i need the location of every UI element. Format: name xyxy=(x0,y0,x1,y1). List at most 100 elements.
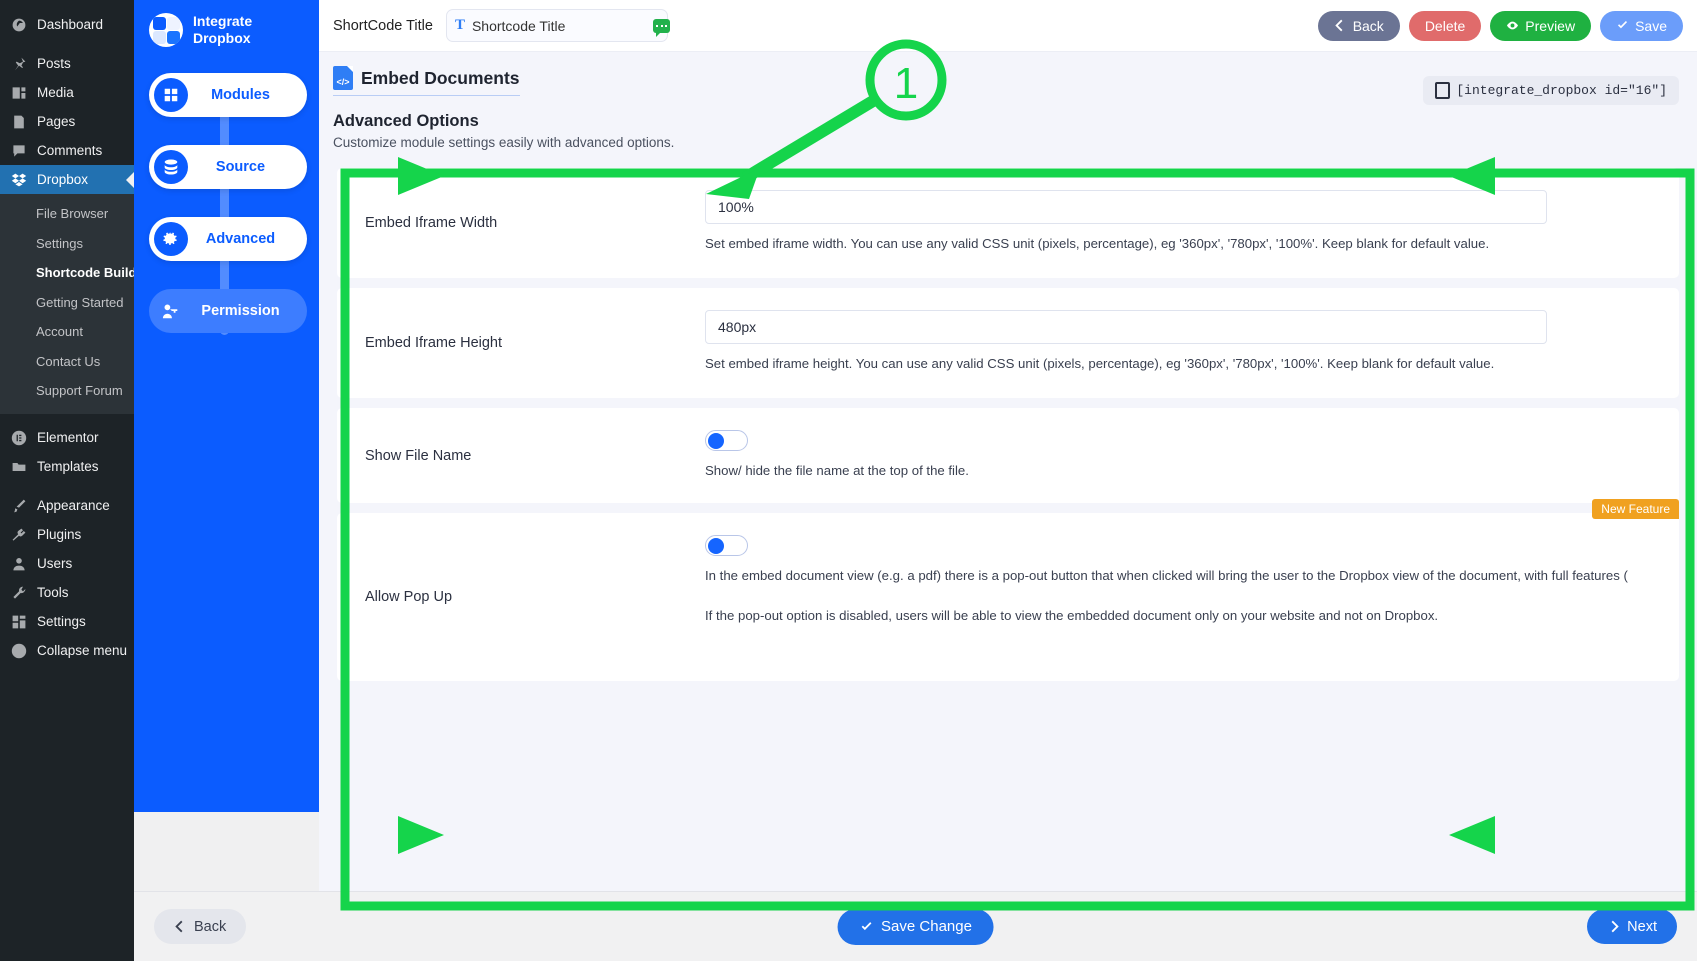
step-advanced[interactable]: Advanced xyxy=(149,217,307,261)
wizard-stepper-panel: Integrate Dropbox Modules Source Advance… xyxy=(134,0,319,812)
pages-icon xyxy=(9,112,29,132)
save-button-label: Save xyxy=(1635,17,1667,34)
key-user-icon xyxy=(154,294,188,328)
chevron-right-icon xyxy=(1611,920,1619,933)
preview-button-label: Preview xyxy=(1525,17,1576,34)
sidebar-item-posts[interactable]: Posts xyxy=(0,49,134,78)
embed-iframe-height-input[interactable] xyxy=(705,310,1547,344)
sidebar-item-label: Dropbox xyxy=(37,171,89,187)
sidebar-item-elementor[interactable]: Elementor xyxy=(0,424,134,453)
collapse-icon xyxy=(9,641,29,661)
submenu-item-settings[interactable]: Settings xyxy=(0,229,134,259)
delete-button[interactable]: Delete xyxy=(1408,10,1482,41)
submenu-item-contact-us[interactable]: Contact Us xyxy=(0,347,134,377)
back-button[interactable]: Back xyxy=(1317,10,1400,41)
setting-row-embed-iframe-height: Embed Iframe Height Set embed iframe hei… xyxy=(337,288,1679,398)
chevron-left-icon xyxy=(175,920,183,933)
save-button[interactable]: Save xyxy=(1600,10,1683,41)
sidebar-item-label: Templates xyxy=(37,459,99,475)
delete-button-label: Delete xyxy=(1424,17,1466,34)
shortcode-text: [integrate_dropbox id="16"] xyxy=(1456,83,1667,98)
submenu-item-support-forum[interactable]: Support Forum xyxy=(0,376,134,406)
comments-icon xyxy=(9,141,29,161)
chevron-left-icon xyxy=(1334,19,1343,32)
sidebar-item-settings[interactable]: Settings xyxy=(0,608,134,637)
new-feature-badge: New Feature xyxy=(1592,499,1679,519)
brand-line-1: Integrate xyxy=(193,13,253,30)
step-list: Modules Source Advanced Permission xyxy=(134,73,319,335)
preview-button[interactable]: Preview xyxy=(1490,10,1592,41)
sidebar-item-label: Plugins xyxy=(37,527,82,543)
sidebar-item-pages[interactable]: Pages xyxy=(0,107,134,136)
toggle-knob xyxy=(708,537,724,554)
sidebar-item-users[interactable]: Users xyxy=(0,550,134,579)
back-button-label: Back xyxy=(1352,17,1384,34)
allow-pop-up-toggle[interactable] xyxy=(705,535,748,556)
copy-icon xyxy=(1435,82,1451,99)
eye-icon xyxy=(1507,21,1519,30)
module-title: </> Embed Documents xyxy=(333,66,520,96)
dashboard-icon xyxy=(9,15,29,35)
step-modules[interactable]: Modules xyxy=(149,73,307,117)
shortcode-title-field[interactable]: T xyxy=(445,9,670,42)
sidebar-item-templates[interactable]: Templates xyxy=(0,453,134,482)
show-file-name-toggle[interactable] xyxy=(705,430,748,451)
setting-row-embed-iframe-width: Embed Iframe Width Set embed iframe widt… xyxy=(337,168,1679,278)
setting-control: Set embed iframe width. You can use any … xyxy=(705,190,1679,254)
sidebar-item-label: Elementor xyxy=(37,430,99,446)
next-button-label: Next xyxy=(1627,918,1657,935)
sidebar-item-label: Comments xyxy=(37,142,103,158)
setting-help-text-secondary: If the pop-out option is disabled, users… xyxy=(705,607,1439,623)
settings-content: </> Embed Documents Advanced Options Cus… xyxy=(319,52,1697,681)
settings-icon xyxy=(9,612,29,632)
check-icon xyxy=(1618,20,1628,29)
brush-icon xyxy=(9,496,29,516)
embed-iframe-width-input[interactable] xyxy=(705,190,1547,224)
setting-control: Set embed iframe height. You can use any… xyxy=(705,310,1679,374)
comment-icon[interactable] xyxy=(652,18,670,37)
footer-back-button[interactable]: Back xyxy=(154,909,247,944)
step-permission[interactable]: Permission xyxy=(149,289,307,333)
elementor-icon xyxy=(9,428,29,448)
sidebar-item-plugins[interactable]: Plugins xyxy=(0,521,134,550)
toggle-knob xyxy=(708,432,724,449)
sidebar-item-label: Settings xyxy=(37,614,86,630)
sidebar-item-label: Dashboard xyxy=(37,16,104,32)
app-screen: Dashboard Posts Media Pages Comments Dro… xyxy=(0,0,1697,961)
sidebar-item-media[interactable]: Media xyxy=(0,78,134,107)
section-header: </> Embed Documents Advanced Options Cus… xyxy=(319,66,1697,150)
sidebar-item-label: Posts xyxy=(37,55,71,71)
cogs-icon xyxy=(154,222,188,256)
sidebar-item-collapse-menu[interactable]: Collapse menu xyxy=(0,637,134,666)
sidebar-item-label: Appearance xyxy=(37,498,110,514)
grid-icon xyxy=(154,78,188,112)
step-label: Permission xyxy=(201,303,280,319)
submenu-item-file-browser[interactable]: File Browser xyxy=(0,199,134,229)
module-title-text: Embed Documents xyxy=(361,67,520,88)
folder-icon xyxy=(9,457,29,477)
setting-help-text: In the embed document view (e.g. a pdf) … xyxy=(705,568,1628,583)
sidebar-item-appearance[interactable]: Appearance xyxy=(0,492,134,521)
user-icon xyxy=(9,554,29,574)
sidebar-item-tools[interactable]: Tools xyxy=(0,579,134,608)
shortcode-copy-tag[interactable]: [integrate_dropbox id="16"] xyxy=(1423,76,1679,105)
page-title: Advanced Options xyxy=(333,112,479,130)
submenu-item-getting-started[interactable]: Getting Started xyxy=(0,288,134,318)
step-source[interactable]: Source xyxy=(149,145,307,189)
sidebar-item-dropbox[interactable]: Dropbox xyxy=(0,165,134,194)
save-change-button[interactable]: Save Change xyxy=(837,908,994,945)
shortcode-title-input[interactable] xyxy=(471,17,653,34)
setting-control: In the embed document view (e.g. a pdf) … xyxy=(705,535,1679,626)
sidebar-item-label: Users xyxy=(37,556,73,572)
brand-line-2: Dropbox xyxy=(193,30,251,46)
step-label: Source xyxy=(215,159,266,175)
save-change-label: Save Change xyxy=(881,918,972,935)
pin-icon xyxy=(9,54,29,74)
submenu-item-account[interactable]: Account xyxy=(0,317,134,347)
submenu-item-shortcode-builder[interactable]: Shortcode Builder xyxy=(0,258,149,288)
sidebar-item-dashboard[interactable]: Dashboard xyxy=(0,10,134,39)
next-button[interactable]: Next xyxy=(1587,909,1677,944)
sidebar-item-comments[interactable]: Comments xyxy=(0,136,134,165)
setting-row-show-file-name: Show File Name Show/ hide the file name … xyxy=(337,408,1679,503)
setting-label: Show File Name xyxy=(365,447,472,464)
